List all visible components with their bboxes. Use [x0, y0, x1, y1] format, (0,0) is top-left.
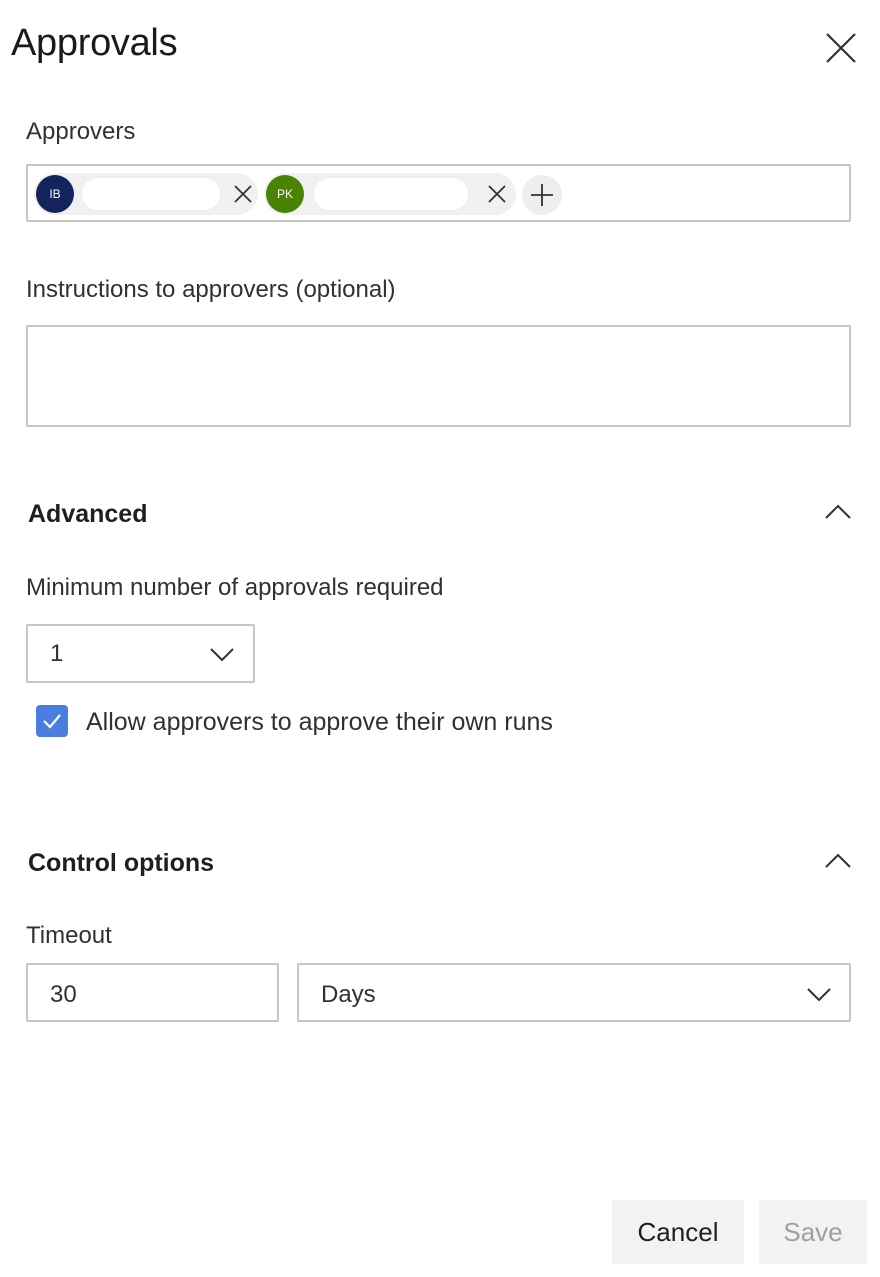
approvals-panel: Approvals Approvers IB PK Instructions t…	[0, 0, 880, 1277]
timeout-label: Timeout	[26, 922, 112, 949]
add-approver-button[interactable]	[522, 175, 562, 215]
allow-self-approve-label[interactable]: Allow approvers to approve their own run…	[86, 708, 553, 737]
control-options-section-header[interactable]: Control options	[28, 849, 214, 878]
close-icon	[234, 185, 252, 203]
chevron-up-icon	[825, 853, 851, 868]
advanced-collapse-toggle[interactable]	[824, 503, 852, 521]
remove-approver-button[interactable]	[486, 183, 508, 205]
approver-name-redacted	[82, 178, 220, 210]
close-icon	[488, 185, 506, 203]
save-button[interactable]: Save	[759, 1200, 867, 1264]
approvers-picker[interactable]: IB PK	[26, 164, 851, 222]
cancel-button[interactable]: Cancel	[612, 1200, 744, 1264]
instructions-label: Instructions to approvers (optional)	[26, 276, 396, 303]
chevron-down-icon	[210, 648, 234, 662]
close-icon	[826, 33, 856, 63]
chevron-up-icon	[825, 504, 851, 519]
allow-self-approve-checkbox[interactable]	[36, 705, 68, 737]
instructions-textarea[interactable]	[26, 325, 851, 427]
control-options-collapse-toggle[interactable]	[824, 852, 852, 870]
plus-icon	[531, 184, 553, 206]
advanced-section-header[interactable]: Advanced	[28, 500, 147, 529]
timeout-value: 30	[50, 981, 77, 1008]
remove-approver-button[interactable]	[232, 183, 254, 205]
avatar: IB	[36, 175, 74, 213]
min-approvals-value: 1	[50, 640, 64, 667]
min-approvals-label: Minimum number of approvals required	[26, 574, 444, 601]
min-approvals-dropdown[interactable]: 1	[26, 624, 255, 683]
avatar: PK	[266, 175, 304, 213]
approver-chip: PK	[264, 173, 516, 215]
timeout-unit-dropdown[interactable]: Days	[297, 963, 851, 1022]
checkmark-icon	[43, 714, 61, 729]
approver-chip: IB	[34, 173, 258, 215]
timeout-input[interactable]: 30	[26, 963, 279, 1022]
approvers-label: Approvers	[26, 118, 136, 145]
approver-name-redacted	[314, 178, 468, 210]
panel-title: Approvals	[11, 22, 178, 64]
chevron-down-icon	[807, 988, 831, 1002]
timeout-unit-value: Days	[321, 981, 376, 1008]
close-button[interactable]	[820, 28, 862, 70]
